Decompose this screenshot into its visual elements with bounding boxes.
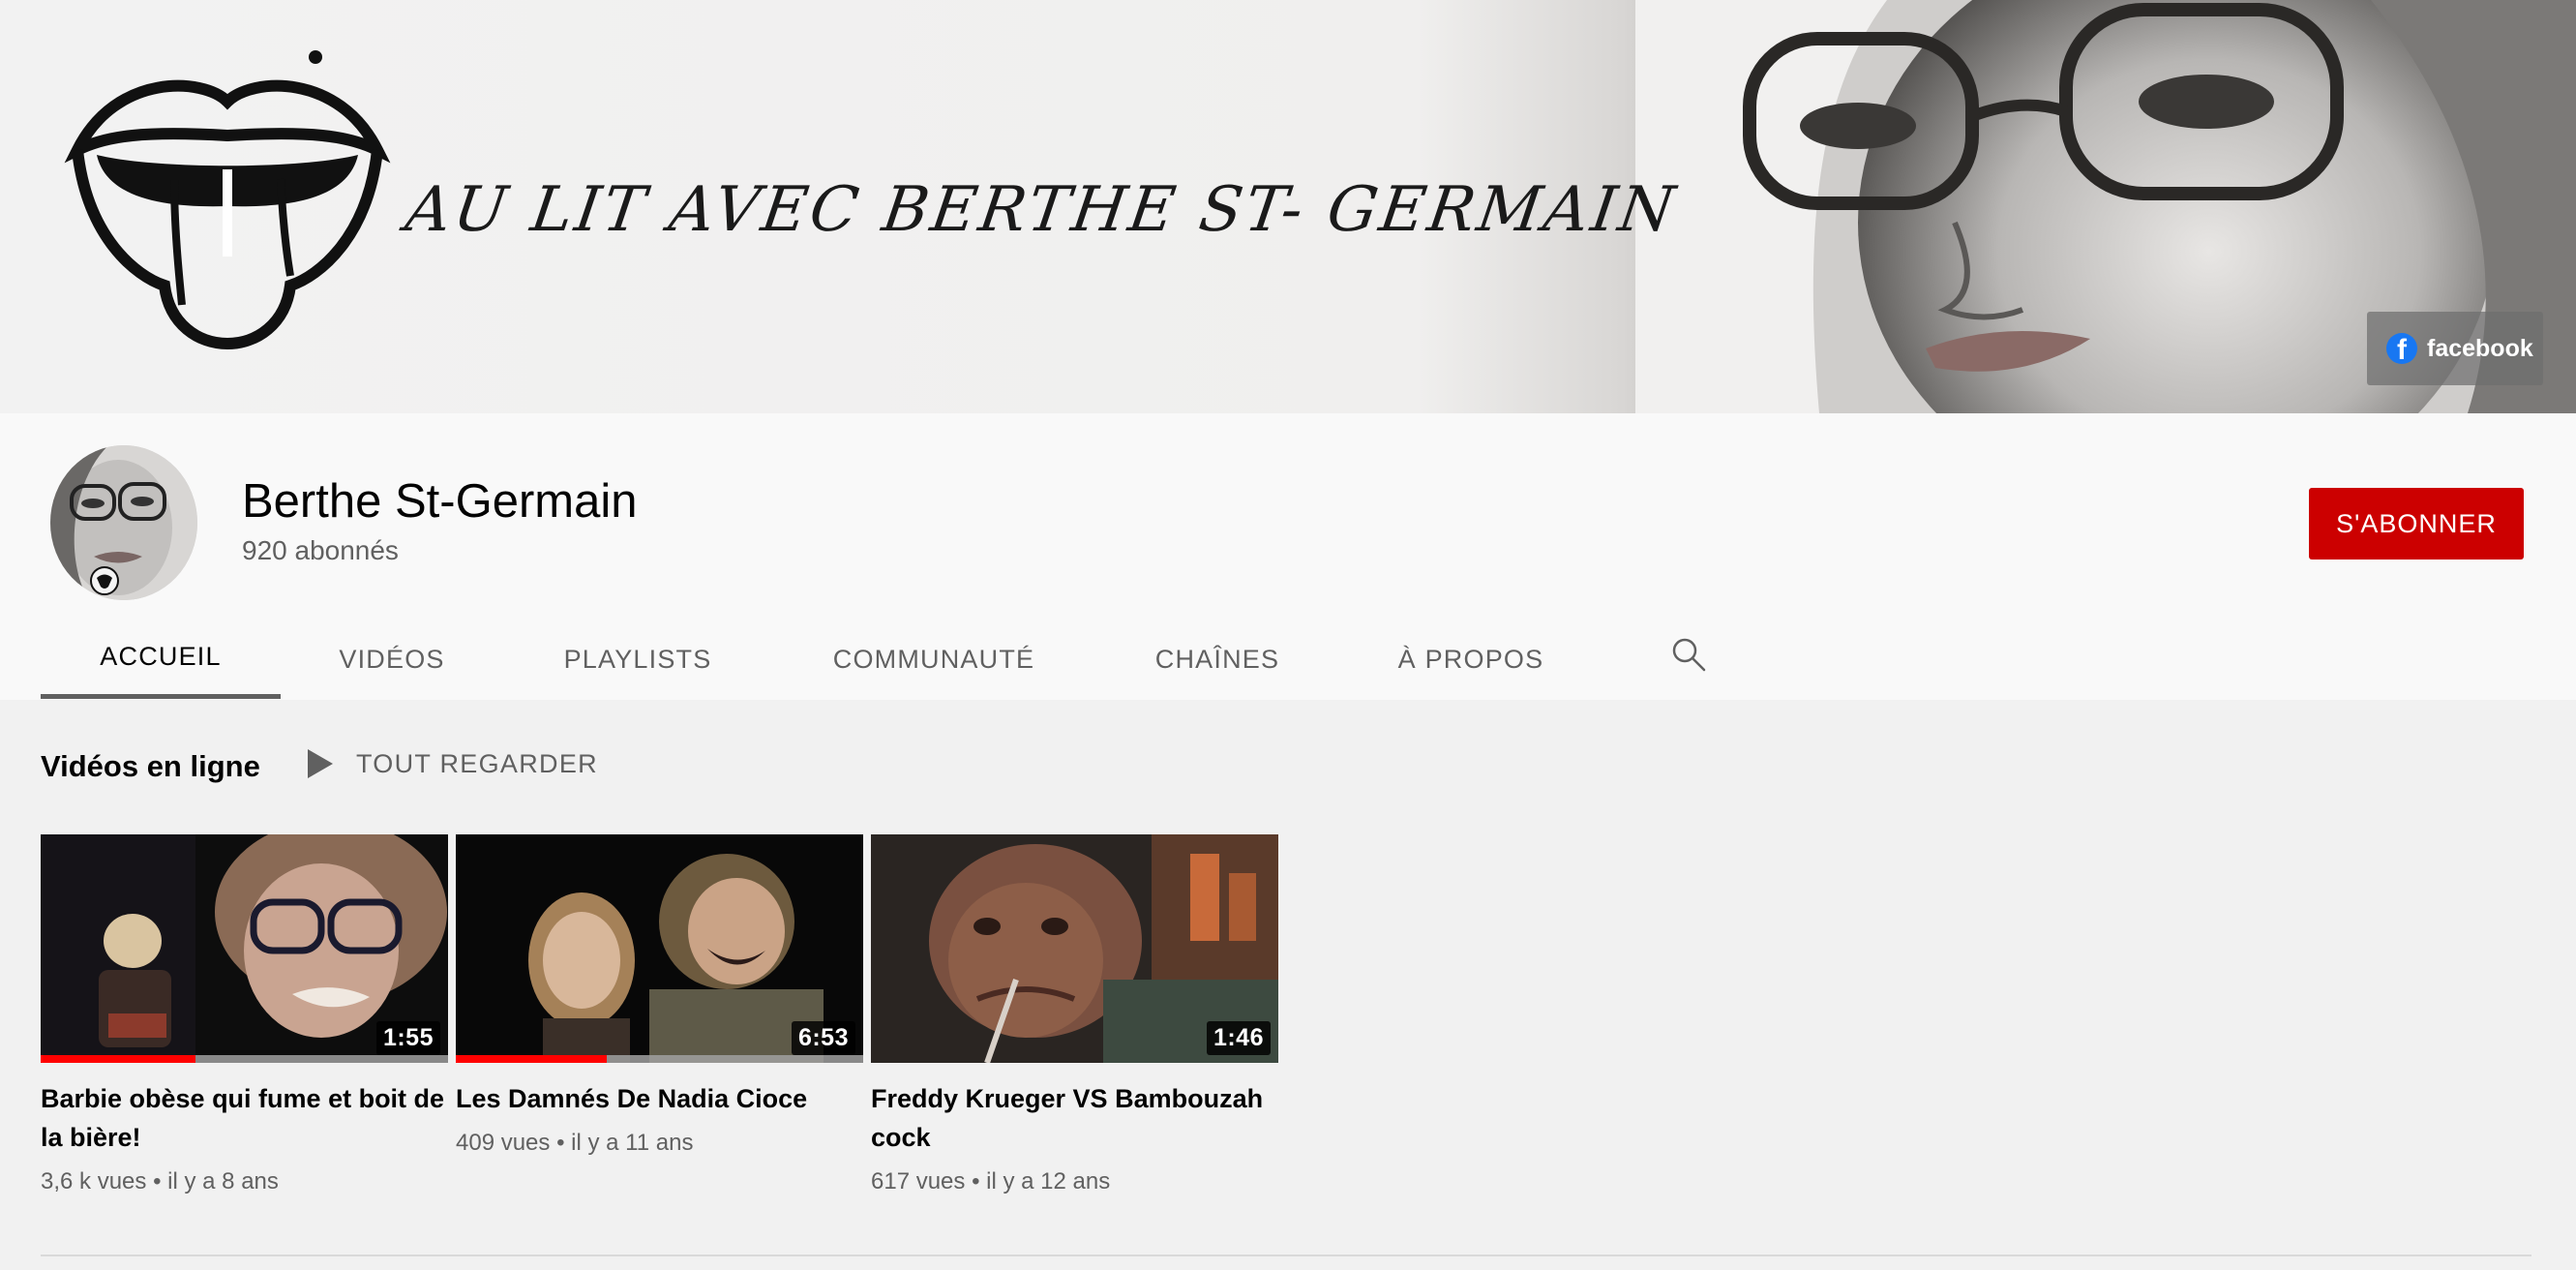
meta-separator: • [556, 1130, 565, 1156]
shelf-divider [41, 1255, 2531, 1256]
tab-a-propos[interactable]: À PROPOS [1339, 620, 1603, 699]
video-title[interactable]: Barbie obèse qui fume et boit de la bièr… [41, 1079, 448, 1157]
video-views: 617 vues [871, 1168, 966, 1194]
video-title[interactable]: Freddy Krueger VS Bambouzah cock [871, 1079, 1278, 1157]
avatar-image [50, 445, 197, 600]
video-duration: 6:53 [791, 1021, 855, 1055]
video-age: il y a 11 ans [571, 1130, 694, 1156]
video-duration: 1:55 [375, 1021, 440, 1055]
watch-progress-fill [41, 1055, 195, 1063]
video-views: 409 vues [456, 1130, 551, 1156]
channel-banner: AU LIT AVEC BERTHE ST- GERMAIN f faceboo… [0, 0, 2576, 413]
video-age: il y a 8 ans [167, 1168, 279, 1194]
watch-progress-bar [456, 1055, 863, 1063]
channel-name: Berthe St-Germain [242, 475, 638, 528]
video-card[interactable]: 1:55 Barbie obèse qui fume et boit de la… [41, 834, 448, 1195]
play-icon [308, 749, 333, 778]
youtube-channel-page: AU LIT AVEC BERTHE ST- GERMAIN f faceboo… [0, 0, 2576, 1270]
video-meta: 3,6 k vues • il y a 8 ans [41, 1168, 448, 1195]
facebook-link-label: facebook [2427, 334, 2533, 362]
shelf-title: Vidéos en ligne [41, 749, 260, 783]
meta-separator: • [972, 1168, 980, 1194]
tab-chaines[interactable]: CHAÎNES [1095, 620, 1339, 699]
subscriber-count: 920 abonnés [242, 535, 399, 565]
meta-separator: • [153, 1168, 162, 1194]
video-duration: 1:46 [1206, 1021, 1271, 1055]
tab-videos[interactable]: VIDÉOS [281, 620, 503, 699]
channel-avatar[interactable] [50, 445, 197, 600]
play-all-label: TOUT REGARDER [356, 748, 598, 778]
facebook-icon: f [2386, 333, 2417, 364]
watch-progress-bar [41, 1055, 448, 1063]
search-icon[interactable] [1669, 635, 1708, 674]
video-card[interactable]: 6:53 Les Damnés De Nadia Cioce 409 vues … [456, 834, 863, 1157]
video-thumbnail[interactable]: 1:46 [871, 834, 1278, 1063]
watch-progress-fill [456, 1055, 607, 1063]
tab-communaute[interactable]: COMMUNAUTÉ [772, 620, 1095, 699]
banner-title: AU LIT AVEC BERTHE ST- GERMAIN [401, 174, 1682, 246]
video-title[interactable]: Les Damnés De Nadia Cioce [456, 1079, 863, 1118]
video-thumbnail[interactable]: 1:55 [41, 834, 448, 1063]
tab-playlists[interactable]: PLAYLISTS [503, 620, 772, 699]
lips-logo [64, 50, 391, 349]
video-meta: 409 vues • il y a 11 ans [456, 1130, 863, 1157]
video-views: 3,6 k vues [41, 1168, 147, 1194]
video-age: il y a 12 ans [986, 1168, 1111, 1194]
video-meta: 617 vues • il y a 12 ans [871, 1168, 1278, 1195]
facebook-link[interactable]: f facebook [2367, 312, 2543, 385]
tab-accueil[interactable]: ACCUEIL [41, 620, 281, 699]
video-card[interactable]: 1:46 Freddy Krueger VS Bambouzah cock 61… [871, 834, 1278, 1195]
subscribe-button[interactable]: S'ABONNER [2309, 488, 2524, 559]
play-all-button[interactable]: TOUT REGARDER [306, 747, 598, 780]
video-thumbnail[interactable]: 6:53 [456, 834, 863, 1063]
